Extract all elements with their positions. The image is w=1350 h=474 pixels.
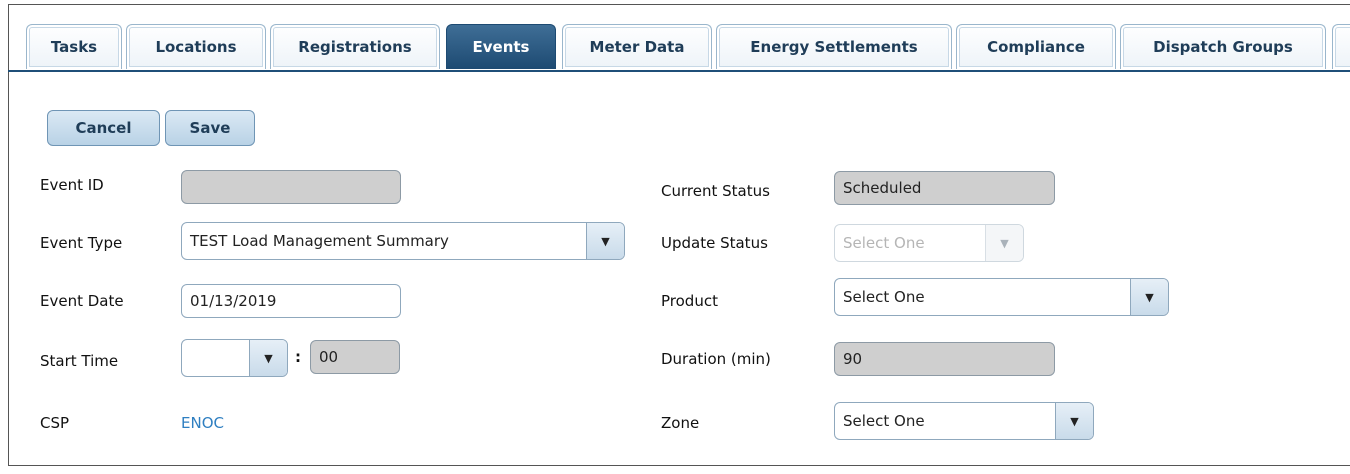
tab-compliance[interactable]: Compliance [956, 24, 1116, 69]
zone-label: Zone [661, 414, 700, 432]
current-status-field[interactable] [834, 171, 1055, 205]
start-time-hour-select[interactable]: ▼ [181, 339, 288, 377]
tab-dispatch-groups[interactable]: Dispatch Groups [1120, 24, 1326, 69]
chevron-down-icon[interactable]: ▼ [1055, 403, 1093, 439]
event-type-label: Event Type [40, 234, 123, 252]
event-id-label: Event ID [40, 176, 104, 194]
tab-bar: Tasks Locations Registrations Events Met… [26, 24, 1350, 71]
update-status-label: Update Status [661, 234, 768, 252]
duration-field[interactable] [834, 342, 1055, 376]
event-date-label: Event Date [40, 292, 124, 310]
tab-overflow[interactable] [1332, 24, 1350, 69]
event-type-value: TEST Load Management Summary [190, 232, 449, 250]
start-time-label: Start Time [40, 352, 119, 370]
current-status-label: Current Status [661, 182, 770, 200]
update-status-value: Select One [843, 234, 925, 252]
tab-registrations[interactable]: Registrations [270, 24, 440, 69]
event-id-field[interactable] [181, 170, 401, 204]
tab-events[interactable]: Events [446, 24, 556, 69]
duration-label: Duration (min) [661, 350, 771, 368]
chevron-down-icon[interactable]: ▼ [985, 225, 1023, 261]
update-status-select[interactable]: Select One ▼ [834, 224, 1024, 262]
csp-link[interactable]: ENOC [181, 414, 224, 432]
zone-value: Select One [843, 412, 925, 430]
chevron-down-icon[interactable]: ▼ [249, 340, 287, 376]
chevron-down-icon[interactable]: ▼ [586, 223, 624, 259]
tab-locations[interactable]: Locations [126, 24, 266, 69]
tab-tasks[interactable]: Tasks [26, 24, 122, 69]
event-type-select[interactable]: TEST Load Management Summary ▼ [181, 222, 625, 260]
product-value: Select One [843, 288, 925, 306]
tab-bar-divider [8, 70, 1350, 72]
product-select[interactable]: Select One ▼ [834, 278, 1169, 316]
zone-select[interactable]: Select One ▼ [834, 402, 1094, 440]
save-button[interactable]: Save [165, 110, 255, 146]
product-label: Product [661, 292, 718, 310]
csp-label: CSP [40, 414, 70, 432]
cancel-button[interactable]: Cancel [47, 110, 160, 146]
tab-meter-data[interactable]: Meter Data [562, 24, 712, 69]
start-time-minute-field[interactable] [310, 340, 400, 374]
tab-energy-settlements[interactable]: Energy Settlements [716, 24, 952, 69]
event-date-field[interactable] [181, 284, 401, 318]
chevron-down-icon[interactable]: ▼ [1130, 279, 1168, 315]
time-separator: : [295, 348, 301, 366]
